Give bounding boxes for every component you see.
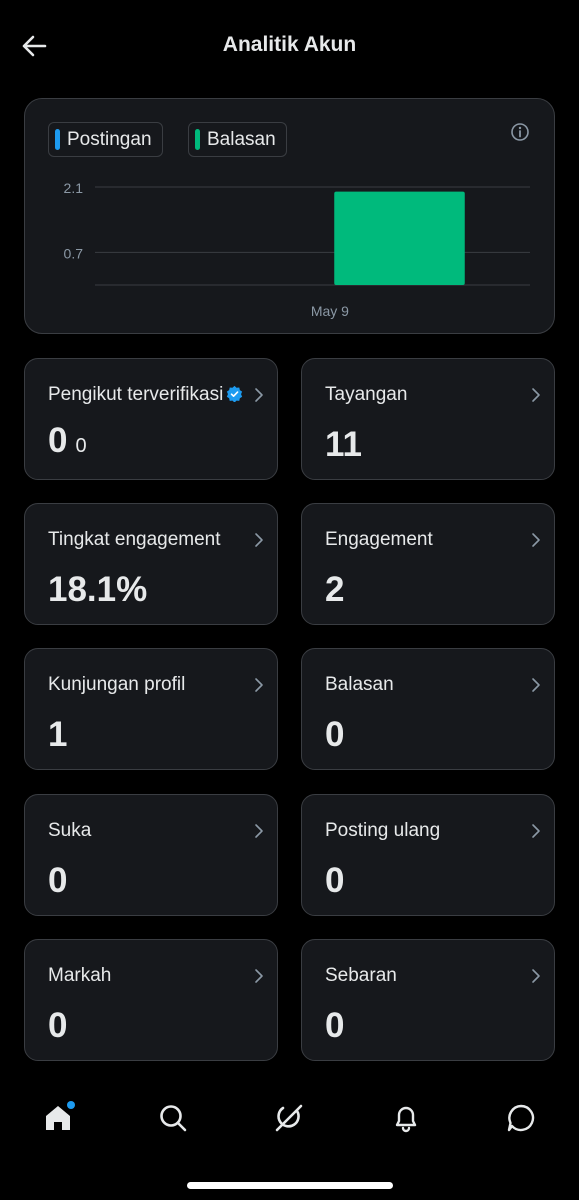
nav-messages[interactable] (503, 1100, 539, 1136)
metric-value: 18.1% (48, 570, 148, 609)
metric-value: 11 (325, 425, 362, 464)
y-tick-label: 0.7 (64, 245, 84, 261)
metric-sub-value: 0 (75, 435, 87, 457)
metric-value: 0 (48, 861, 68, 900)
metric-card-impressions[interactable]: Tayangan 11 (301, 358, 555, 480)
metric-value: 2 (325, 570, 345, 609)
metric-label: Kunjungan profil (48, 674, 186, 695)
nav-home[interactable] (40, 1100, 76, 1136)
metric-label: Suka (48, 820, 92, 841)
nav-search[interactable] (155, 1100, 191, 1136)
metric-card-bookmarks[interactable]: Markah 0 (24, 939, 278, 1061)
chevron-right-icon (255, 969, 263, 983)
nav-grok[interactable] (271, 1100, 307, 1136)
metric-card-engagement[interactable]: Engagement 2 (301, 503, 555, 625)
metric-value: 0 (325, 861, 345, 900)
metric-card-engagement-rate[interactable]: Tingkat engagement 18.1% (24, 503, 278, 625)
metric-value: 0 (325, 715, 345, 754)
chevron-right-icon (532, 824, 540, 838)
metric-value: 00 (48, 421, 87, 461)
search-icon (160, 1105, 187, 1132)
metric-value: 0 (325, 1006, 345, 1045)
metric-card-reposts[interactable]: Posting ulang 0 (301, 794, 555, 916)
header: Analitik Akun (0, 0, 579, 92)
grok-icon (275, 1104, 303, 1132)
chevron-right-icon (532, 388, 540, 402)
chevron-right-icon (255, 388, 263, 402)
notification-dot (67, 1101, 75, 1109)
chevron-right-icon (255, 824, 263, 838)
x-tick-label: May 9 (311, 303, 349, 319)
chevron-right-icon (255, 533, 263, 547)
y-tick-label: 2.1 (64, 180, 84, 196)
metric-label: Engagement (325, 529, 433, 550)
metric-label: Markah (48, 965, 112, 986)
metric-label: Tayangan (325, 384, 408, 405)
metric-value: 1 (48, 715, 68, 754)
notifications-icon (395, 1106, 417, 1133)
chart-card: Postingan Balasan 2.1 0.7 May 9 (24, 98, 555, 334)
metric-card-replies[interactable]: Balasan 0 (301, 648, 555, 770)
verified-badge-icon (226, 385, 243, 402)
metric-label: Balasan (325, 674, 394, 695)
chevron-right-icon (255, 678, 263, 692)
metric-label: Tingkat engagement (48, 529, 221, 550)
metric-card-verified-followers[interactable]: Pengikut terverifikasi 00 (24, 358, 278, 480)
bottom-nav (0, 1085, 579, 1155)
nav-notifications[interactable] (388, 1100, 424, 1136)
page-title: Analitik Akun (222, 33, 357, 56)
metric-card-likes[interactable]: Suka 0 (24, 794, 278, 916)
messages-icon (507, 1104, 535, 1132)
metric-card-shares[interactable]: Sebaran 0 (301, 939, 555, 1061)
metric-label: Sebaran (325, 965, 397, 986)
bar-balasan (334, 191, 465, 285)
metric-value: 0 (48, 1006, 68, 1045)
chart-plot: 2.1 0.7 May 9 (64, 180, 530, 319)
metric-label: Posting ulang (325, 820, 441, 841)
chevron-right-icon (532, 969, 540, 983)
metric-card-profile-visits[interactable]: Kunjungan profil 1 (24, 648, 278, 770)
home-indicator (187, 1182, 393, 1189)
metric-value-number: 0 (48, 421, 68, 460)
chevron-right-icon (532, 533, 540, 547)
metric-label: Pengikut terverifikasi (48, 384, 224, 405)
chevron-right-icon (532, 678, 540, 692)
